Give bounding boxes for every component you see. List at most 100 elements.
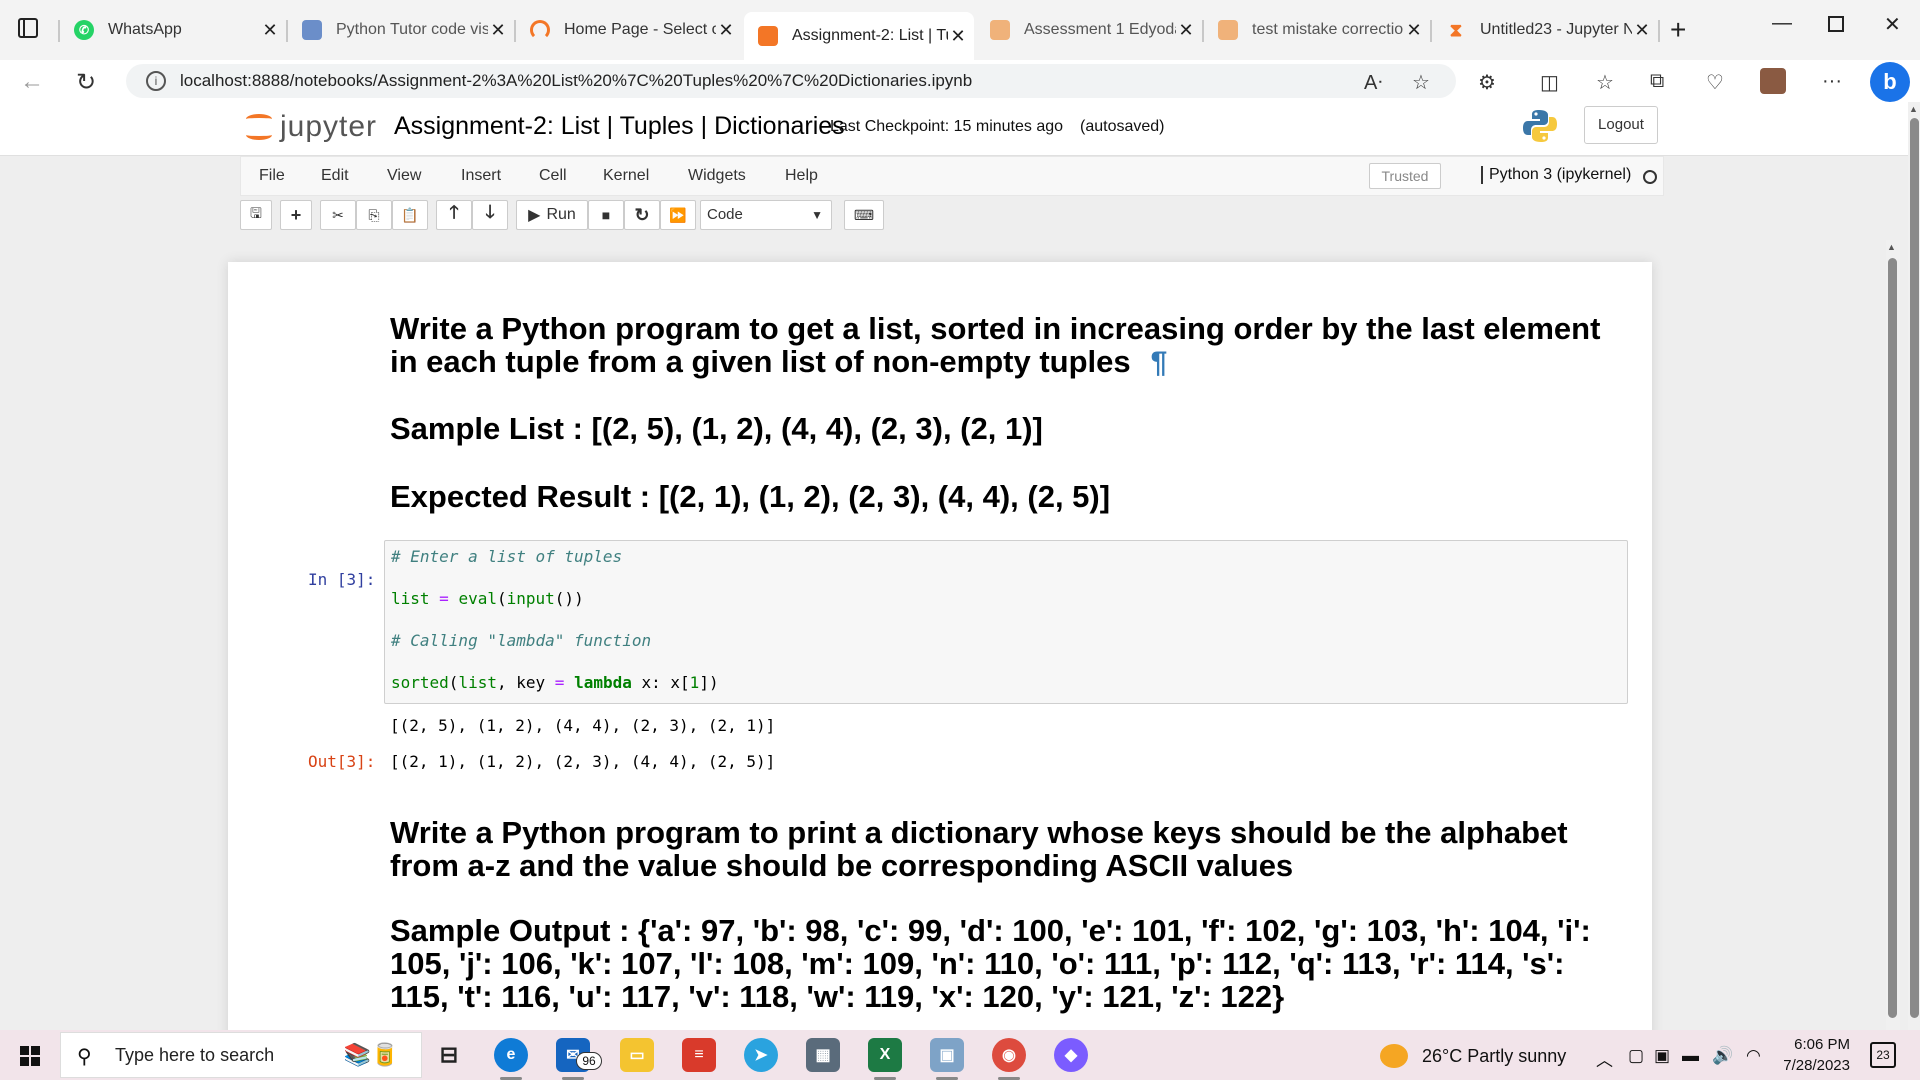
search-placeholder: Type here to search bbox=[115, 1044, 275, 1065]
favorite-star-icon[interactable]: ☆ bbox=[1412, 70, 1430, 95]
output-prompt: Out[3]: bbox=[308, 752, 376, 771]
scroll-up-icon[interactable]: ▲ bbox=[1887, 242, 1896, 252]
wifi-icon[interactable]: ◠ bbox=[1746, 1046, 1761, 1066]
profile-avatar[interactable] bbox=[1760, 68, 1786, 94]
menu-view[interactable]: View bbox=[387, 167, 421, 185]
firefox-icon[interactable]: ◆ bbox=[1054, 1038, 1088, 1072]
read-aloud-icon[interactable]: A͏ᐧ bbox=[1364, 70, 1382, 95]
tab-label: Home Page - Select or bbox=[564, 21, 716, 38]
meet-now-icon[interactable]: ▢ bbox=[1628, 1046, 1644, 1066]
close-icon[interactable]: ✕ bbox=[260, 20, 280, 41]
search-highlight-icon[interactable]: 📚🥫 bbox=[326, 1038, 416, 1072]
command-palette-icon[interactable]: ⌨ bbox=[844, 200, 884, 230]
tab-home-page[interactable]: Home Page - Select or ✕ bbox=[516, 12, 742, 48]
close-icon[interactable]: ✕ bbox=[716, 20, 736, 41]
split-screen-icon[interactable]: ◫ bbox=[1540, 70, 1559, 95]
extensions-icon[interactable]: ⚙ bbox=[1478, 70, 1496, 95]
scrollbar-thumb[interactable] bbox=[1888, 258, 1897, 1018]
url-text[interactable]: localhost:8888/notebooks/Assignment-2%3A… bbox=[180, 71, 972, 91]
anchor-link-icon[interactable]: ¶ bbox=[1151, 346, 1168, 379]
menu-kernel[interactable]: Kernel bbox=[603, 167, 649, 185]
close-icon[interactable]: ✕ bbox=[948, 26, 968, 47]
back-icon[interactable]: ← bbox=[20, 68, 44, 96]
tab-untitled23[interactable]: ⧗ Untitled23 - Jupyter N ✕ bbox=[1432, 12, 1658, 48]
tab-whatsapp[interactable]: ✆ WhatsApp ✕ bbox=[60, 12, 286, 48]
tab-assignment-2[interactable]: Assignment-2: List | Tu ✕ bbox=[744, 12, 974, 60]
calculator-icon[interactable]: ▦ bbox=[806, 1038, 840, 1072]
tab-python-tutor[interactable]: Python Tutor code visu ✕ bbox=[288, 12, 514, 48]
minimize-icon[interactable]: — bbox=[1772, 12, 1792, 35]
paste-icon[interactable]: 📋 bbox=[392, 200, 428, 230]
jupyter-logo-icon[interactable] bbox=[244, 110, 274, 144]
jupyter-wordmark[interactable]: jupyter bbox=[280, 110, 377, 144]
jupyter-book-icon bbox=[758, 26, 778, 46]
display-icon[interactable]: ▣ bbox=[1654, 1046, 1670, 1066]
code-cell-input[interactable]: # Enter a list of tuples list = eval(inp… bbox=[384, 540, 1628, 704]
info-icon[interactable]: i bbox=[146, 71, 166, 91]
telegram-icon[interactable]: ➤ bbox=[744, 1038, 778, 1072]
collections-icon[interactable]: ⧉ bbox=[1650, 70, 1664, 93]
restart-run-all-icon[interactable]: ⏩ bbox=[660, 200, 696, 230]
close-icon[interactable]: ✕ bbox=[1176, 20, 1196, 41]
clock-time: 6:06 PM bbox=[1794, 1036, 1850, 1053]
search-icon: ⚲ bbox=[77, 1046, 92, 1068]
menu-insert[interactable]: Insert bbox=[461, 167, 501, 185]
save-icon[interactable]: 🖫 bbox=[240, 200, 272, 230]
tab-label: WhatsApp bbox=[108, 21, 182, 38]
menu-help[interactable]: Help bbox=[785, 167, 818, 185]
scrollbar-thumb[interactable] bbox=[1910, 118, 1919, 1018]
restart-icon[interactable]: ↻ bbox=[624, 200, 660, 230]
favorites-icon[interactable]: ☆ bbox=[1596, 70, 1614, 95]
markdown-heading-1[interactable]: Write a Python program to get a list, so… bbox=[390, 312, 1620, 379]
notebook-title[interactable]: Assignment-2: List | Tuples | Dictionari… bbox=[394, 112, 845, 141]
trusted-indicator[interactable]: Trusted bbox=[1369, 163, 1441, 189]
close-icon[interactable]: ✕ bbox=[488, 20, 508, 41]
show-hidden-icons-icon[interactable]: ︿ bbox=[1596, 1046, 1613, 1071]
run-button[interactable]: ▶ Run bbox=[516, 200, 588, 230]
refresh-icon[interactable]: ↻ bbox=[76, 68, 96, 97]
window-close-icon[interactable]: ✕ bbox=[1884, 12, 1901, 37]
stack-app-icon[interactable]: ≡ bbox=[682, 1038, 716, 1072]
move-down-icon[interactable]: 🡓 bbox=[472, 200, 508, 230]
edge-icon[interactable]: e bbox=[494, 1038, 528, 1080]
weather-widget[interactable]: 26°C Partly sunny bbox=[1380, 1044, 1566, 1068]
more-menu-icon[interactable]: ··· bbox=[1822, 70, 1842, 93]
bing-icon[interactable]: b bbox=[1870, 62, 1910, 102]
address-bar[interactable]: i localhost:8888/notebooks/Assignment-2%… bbox=[126, 64, 1456, 98]
close-icon[interactable]: ✕ bbox=[1404, 20, 1424, 41]
tab-actions-icon[interactable] bbox=[18, 18, 38, 38]
move-up-icon[interactable]: 🡑 bbox=[436, 200, 472, 230]
menu-cell[interactable]: Cell bbox=[539, 167, 567, 185]
kernel-name[interactable]: Python 3 (ipykernel) bbox=[1481, 166, 1631, 184]
scroll-up-icon[interactable]: ▲ bbox=[1909, 104, 1918, 114]
file-explorer-icon[interactable]: ▭ bbox=[620, 1038, 654, 1072]
volume-icon[interactable]: 🔊 bbox=[1712, 1046, 1733, 1066]
close-icon[interactable]: ✕ bbox=[1632, 20, 1652, 41]
task-view-icon[interactable]: ⊟ bbox=[432, 1038, 466, 1072]
notebook-scrollbar[interactable]: ▲ bbox=[1886, 240, 1900, 1030]
markdown-heading-2[interactable]: Write a Python program to print a dictio… bbox=[390, 816, 1620, 882]
windows-start-icon[interactable] bbox=[20, 1046, 40, 1066]
insert-cell-icon[interactable]: + bbox=[280, 200, 312, 230]
notification-center-icon[interactable]: 23 bbox=[1870, 1042, 1896, 1068]
excel-icon[interactable]: X bbox=[868, 1038, 902, 1080]
chrome-icon[interactable]: ◉ bbox=[992, 1038, 1026, 1080]
page-scrollbar[interactable]: ▲ bbox=[1908, 102, 1920, 1030]
copy-icon[interactable]: ⎘ bbox=[356, 200, 392, 230]
tab-assessment-1[interactable]: Assessment 1 Edyoda ✕ bbox=[976, 12, 1202, 48]
logout-button[interactable]: Logout bbox=[1584, 106, 1658, 144]
menu-file[interactable]: File bbox=[259, 167, 285, 185]
interrupt-icon[interactable]: ■ bbox=[588, 200, 624, 230]
battery-icon[interactable]: ▬ bbox=[1682, 1046, 1699, 1066]
new-tab-icon[interactable]: + bbox=[1670, 14, 1686, 46]
taskbar-clock[interactable]: 6:06 PM 7/28/2023 bbox=[1778, 1034, 1850, 1076]
jupyter-header: jupyter Assignment-2: List | Tuples | Di… bbox=[0, 102, 1920, 156]
menu-edit[interactable]: Edit bbox=[321, 167, 349, 185]
python-app-icon[interactable]: ▣ bbox=[930, 1038, 964, 1080]
cut-icon[interactable]: ✂ bbox=[320, 200, 356, 230]
tab-test-mistake[interactable]: test mistake correction ✕ bbox=[1204, 12, 1430, 48]
browser-essentials-icon[interactable]: ♡ bbox=[1706, 70, 1724, 95]
maximize-icon[interactable] bbox=[1828, 16, 1844, 32]
cell-type-select[interactable]: Code ▼ bbox=[700, 200, 832, 230]
menu-widgets[interactable]: Widgets bbox=[688, 167, 746, 185]
